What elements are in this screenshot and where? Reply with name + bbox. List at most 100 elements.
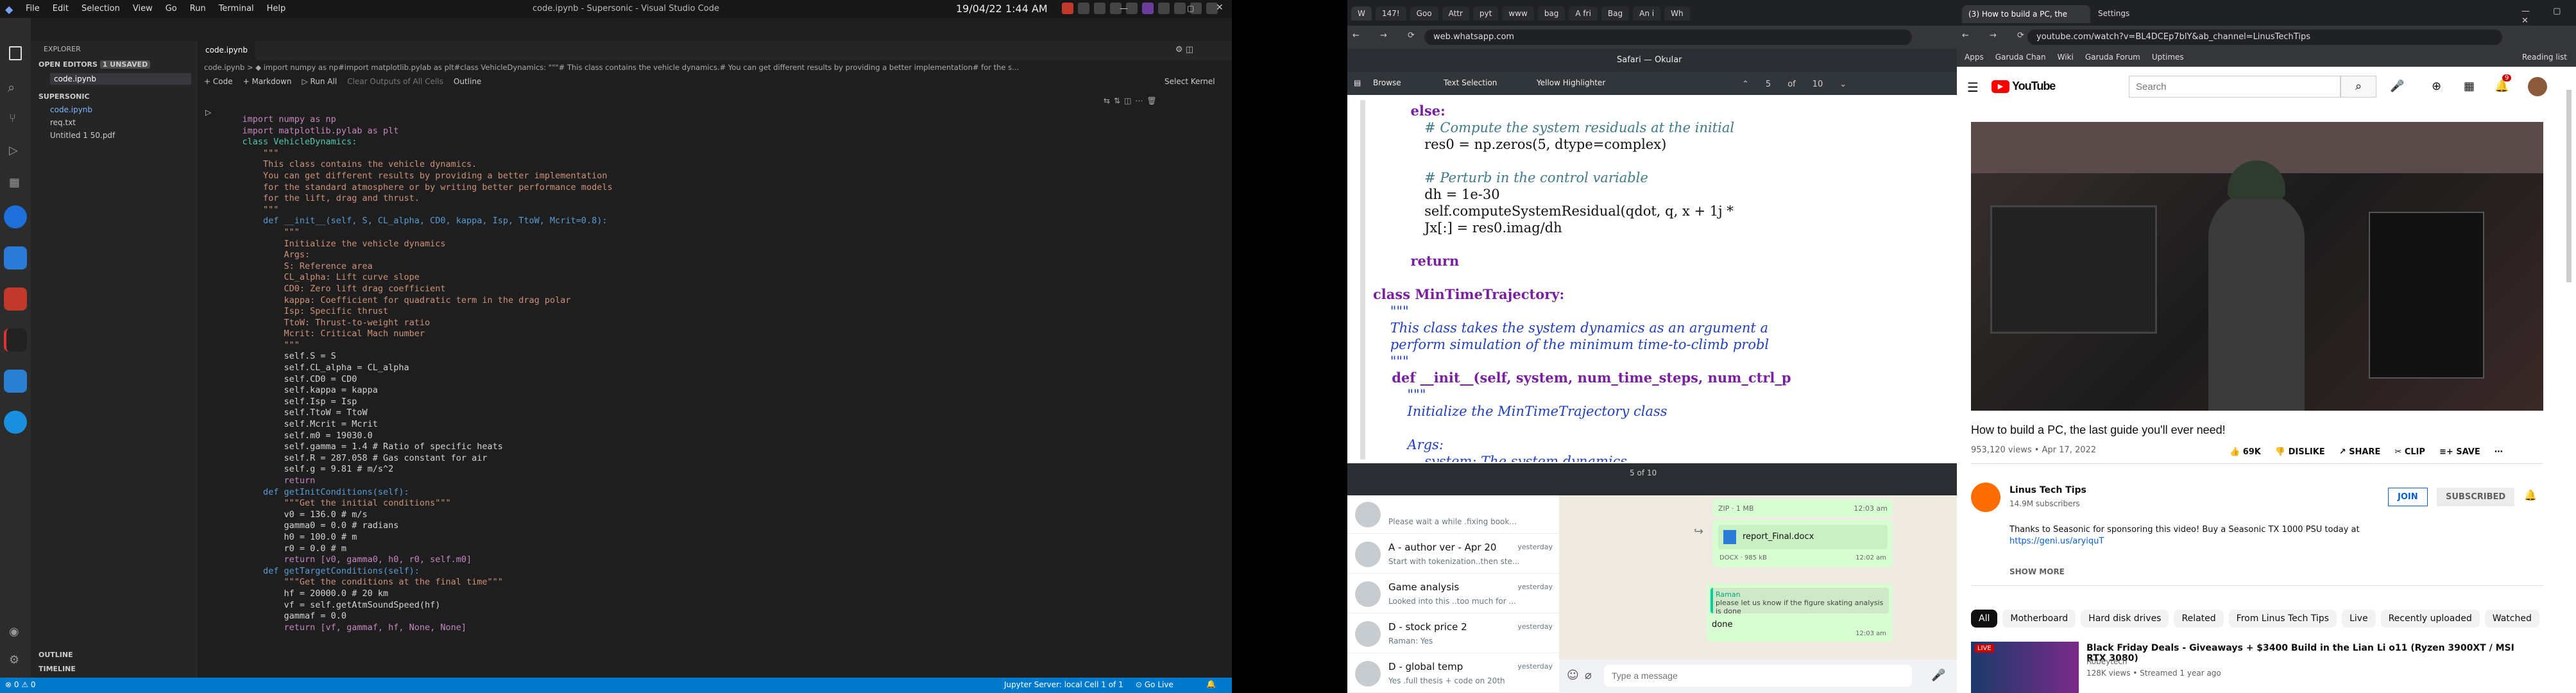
channel-avatar[interactable] [1971,483,2000,512]
file-item[interactable]: Untitled 1 50.pdf [50,131,115,140]
mic-icon[interactable]: 🎤 [1931,669,1945,682]
code-line[interactable]: """ [221,227,1184,239]
maximize-icon[interactable]: ▢ [1187,4,1194,13]
code-line[interactable]: Mcrit: Critical Mach number [221,329,1184,340]
browser-tab[interactable]: An i [1633,6,1661,21]
window-controls[interactable]: — ▢ ✕ [2521,6,2576,26]
close-icon[interactable]: ✕ [1216,3,1224,13]
code-line[interactable]: """ [221,148,1184,160]
bookmark-item[interactable]: Apps [1965,53,1984,62]
like-button[interactable]: 👍 69K [2230,447,2261,457]
bookmark-item[interactable]: Garuda Chan [1995,53,2046,62]
code-line[interactable]: def getTargetConditions(self): [221,566,1184,578]
code-line[interactable]: kappa: Coefficient for quadratic term in… [221,295,1184,307]
menu-item-edit[interactable]: Edit [53,4,69,13]
page-scrollbar[interactable] [2566,90,2572,282]
code-line[interactable]: TtoW: Thrust-to-weight ratio [221,318,1184,329]
code-line[interactable]: """Get the initial conditions""" [221,498,1184,509]
dock-compass-icon[interactable] [4,411,27,434]
select-kernel-button[interactable]: Select Kernel [1164,77,1215,86]
code-line[interactable]: self.kappa = kappa [221,385,1184,397]
voice-search-icon[interactable]: 🎤 [2390,80,2404,93]
page-number-input[interactable]: 5 [1766,80,1771,89]
code-line[interactable]: S: Reference area [221,261,1184,273]
code-line[interactable]: vf = self.getAtmSoundSpeed(hf) [221,600,1184,612]
hamburger-icon[interactable]: ☰ [1967,80,1979,95]
recommended-thumbnail[interactable]: LIVE [1971,642,2079,693]
code-line[interactable]: for the lift, drag and thrust. [221,193,1184,205]
run-all-button[interactable]: ▷ Run All [302,77,337,86]
code-line[interactable]: gammaf = 0.0 [221,611,1184,622]
breadcrumb[interactable]: code.ipynb > ◆ import numpy as np#import… [204,63,1218,72]
bookmark-item[interactable]: Uptimes [2152,53,2184,62]
tray-network-icon[interactable] [1094,3,1105,14]
message-docx[interactable]: report_Final.docx DOCX · 985 kB 12:02 am [1713,520,1893,567]
code-line[interactable]: h0 = 100.0 # m [221,532,1184,543]
code-line[interactable]: Isp: Specific thrust [221,306,1184,318]
problems-status[interactable]: ⊗ 0 ⚠ 0 [5,680,36,689]
code-line[interactable]: self.Mcrit = Mcrit [221,419,1184,431]
clip-button[interactable]: ✂ CLIP [2394,447,2425,457]
split-editor-icon[interactable]: ⚙ ◫ [1175,45,1193,55]
open-editors-header[interactable]: OPEN EDITORS 1 UNSAVED [38,60,151,69]
cell-status[interactable]: Cell 1 of 1 [1084,680,1123,689]
yt-search-button[interactable]: ⌕ [2341,76,2376,98]
code-line[interactable]: self.gamma = 1.4 # Ratio of specific hea… [221,441,1184,453]
emoji-icon[interactable]: ☺ [1567,669,1579,682]
code-line[interactable]: Initialize the vehicle dynamics [221,239,1184,250]
code-line[interactable]: import matplotlib.pylab as plt [221,126,1184,137]
code-line[interactable]: """ [221,340,1184,352]
search-icon[interactable]: ⌕ [8,80,15,95]
browser-tab[interactable]: pyt [1472,6,1499,21]
menu-item-file[interactable]: File [26,4,40,13]
code-line[interactable]: return [v0, gamma0, h0, r0, self.m0] [221,554,1184,566]
dock-files-icon[interactable] [4,246,27,270]
tab-code-ipynb[interactable]: code.ipynb [198,41,256,60]
code-line[interactable]: self.S = S [221,351,1184,363]
attach-icon[interactable]: ⌀ [1585,669,1592,682]
clear-outputs-button[interactable]: Clear Outputs of All Cells [347,77,443,86]
video-player[interactable] [1971,122,2543,411]
code-line[interactable]: CD0: Zero lift drag coefficient [221,284,1184,295]
outline-header[interactable]: OUTLINE [38,651,73,659]
tray-record-icon[interactable] [1062,3,1073,14]
yt-url-input[interactable]: youtube.com/watch?v=BL4DCEp7blY&ab_chann… [2027,30,2502,45]
chat-list-item[interactable]: D - stock price 2 Raman: Yes yesterday [1347,615,1559,653]
code-line[interactable]: def __init__(self, S, CL_alpha, CD0, kap… [221,216,1184,227]
minimize-icon[interactable]: — [1120,4,1128,13]
tab-settings[interactable]: Settings [2098,9,2129,18]
browser-tab[interactable]: Goo [1410,6,1438,21]
code-line[interactable]: self.g = 9.81 # m/s^2 [221,464,1184,475]
filter-chip[interactable]: Recently uploaded [2380,610,2480,628]
filter-chip[interactable]: Motherboard [2002,610,2076,628]
channel-name[interactable]: Linus Tech Tips [2009,485,2086,495]
code-line[interactable]: """ [221,205,1184,216]
browser-tab[interactable]: Attr [1442,6,1469,21]
dock-app-icon[interactable] [4,329,27,352]
message-reply[interactable]: Raman please let us know if the figure s… [1707,584,1893,642]
menu-item-run[interactable]: Run [190,4,206,13]
explorer-icon[interactable] [9,46,22,60]
recommended-title[interactable]: Black Friday Deals - Giveaways + $3400 B… [2086,643,2536,663]
recommended-channel[interactable]: Robeytech [2086,657,2128,666]
code-line[interactable]: for the standard atmosphere or by writin… [221,182,1184,194]
more-icon[interactable]: ⋯ [2495,447,2503,457]
menu-item-selection[interactable]: Selection [81,4,120,13]
settings-gear-icon[interactable]: ⚙ [9,653,19,667]
extensions-icon[interactable]: ▦ [9,176,20,189]
account-icon[interactable]: ◉ [9,625,19,638]
code-line[interactable]: self.CL_alpha = CL_alpha [221,363,1184,374]
run-cell-icon[interactable]: ▷ [205,108,211,117]
message-zip[interactable]: ZIP · 1 MB 12:03 am [1713,499,1893,517]
clock[interactable]: 19/04/22 1:44 AM [956,3,1048,15]
tray-audio-icon[interactable] [1174,3,1186,14]
browser-tab[interactable]: www [1502,6,1534,21]
bookmark-item[interactable]: Wiki [2058,53,2074,62]
tray-app-icon[interactable] [1142,3,1154,14]
notifications-icon[interactable]: 🔔 [1206,680,1216,689]
tray-calendar-icon[interactable] [1158,3,1170,14]
quoted-message[interactable]: Raman please let us know if the figure s… [1710,588,1889,615]
code-line[interactable]: self.m0 = 19030.0 [221,431,1184,442]
dock-vscode-icon[interactable] [4,370,27,393]
browse-button[interactable]: Browse [1373,78,1401,87]
